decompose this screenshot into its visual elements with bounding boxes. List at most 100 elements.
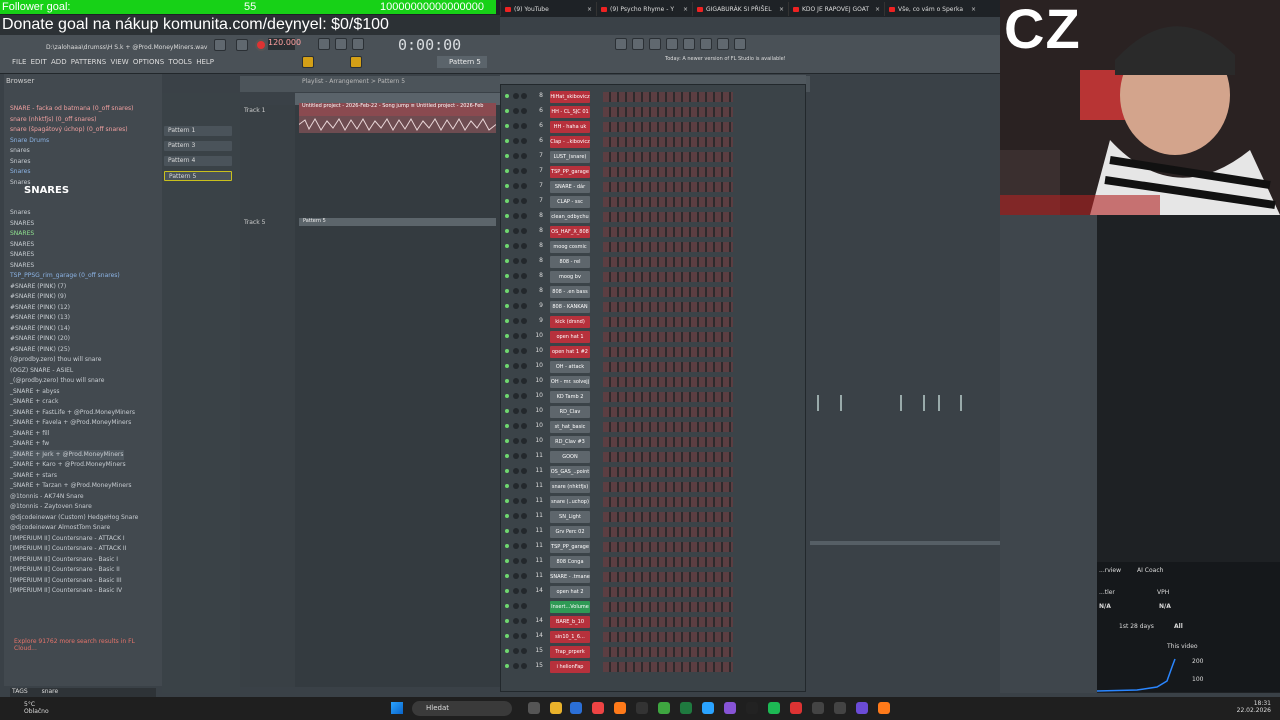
- volume-knob[interactable]: [521, 558, 527, 564]
- mute-led[interactable]: [505, 499, 509, 503]
- chrome-icon[interactable]: [592, 702, 604, 714]
- mute-led[interactable]: [505, 544, 509, 548]
- step-sequencer[interactable]: [603, 542, 733, 552]
- mixer-track-number[interactable]: 8: [533, 242, 543, 249]
- volume-knob[interactable]: [521, 468, 527, 474]
- step-sequencer[interactable]: [603, 317, 733, 327]
- app-icon-5[interactable]: [790, 702, 802, 714]
- mixer-track-number[interactable]: 11: [533, 527, 543, 534]
- step-sequencer[interactable]: [603, 422, 733, 432]
- channel-name-button[interactable]: open hat 1: [550, 331, 590, 343]
- pattern-selector[interactable]: Pattern 5: [437, 56, 487, 68]
- channel-name-button[interactable]: OH - attack: [550, 361, 590, 373]
- pan-knob[interactable]: [513, 648, 519, 654]
- mute-led[interactable]: [505, 319, 509, 323]
- mute-led[interactable]: [505, 244, 509, 248]
- app-icon-4[interactable]: [746, 702, 758, 714]
- audio-waveform[interactable]: [299, 116, 496, 133]
- volume-knob[interactable]: [521, 393, 527, 399]
- draw-tool-icon[interactable]: [350, 56, 362, 68]
- mute-led[interactable]: [505, 514, 509, 518]
- browser-item[interactable]: SNARES: [10, 261, 34, 271]
- tab-kdo-je-rapovej[interactable]: KDO JE RAPOVEJ GOAT ×: [788, 2, 884, 16]
- volume-knob[interactable]: [521, 228, 527, 234]
- excel-icon[interactable]: [680, 702, 692, 714]
- mute-led[interactable]: [505, 439, 509, 443]
- browser-item[interactable]: [IMPERIUM II] Countersnare - Basic IV: [10, 586, 122, 596]
- volume-knob[interactable]: [521, 243, 527, 249]
- channel-name-button[interactable]: kick (drsnd): [550, 316, 590, 328]
- step-sequencer[interactable]: [603, 242, 733, 252]
- tab-psycho-rhyme[interactable]: (9) Psycho Rhyme - Y ×: [596, 2, 692, 16]
- mixer-track-number[interactable]: 8: [533, 272, 543, 279]
- mixer-track-number[interactable]: 10: [533, 332, 543, 339]
- browser-item[interactable]: _(@prodby.zero) thou will snare: [10, 376, 104, 386]
- step-sequencer[interactable]: [603, 137, 733, 147]
- channel-row[interactable]: 8 OS_HAF_X_808: [503, 225, 799, 239]
- channel-row[interactable]: 10 RD_Clav: [503, 405, 799, 419]
- channel-row[interactable]: 6 HH - CL_SJC 01: [503, 105, 799, 119]
- volume-knob[interactable]: [521, 588, 527, 594]
- pan-knob[interactable]: [513, 633, 519, 639]
- mute-led[interactable]: [505, 394, 509, 398]
- channel-row[interactable]: 8 HiHat_skibovicz: [503, 90, 799, 104]
- channel-row[interactable]: 8 moog cosmic: [503, 240, 799, 254]
- search-input[interactable]: snare: [42, 688, 59, 695]
- step-sequencer[interactable]: [603, 362, 733, 372]
- browser-item[interactable]: _SNARE + Karo + @Prod.MoneyMiners: [10, 460, 126, 470]
- record-button[interactable]: [255, 39, 267, 51]
- channel-row[interactable]: 10 OH - mr. solvejj: [503, 375, 799, 389]
- mute-led[interactable]: [505, 214, 509, 218]
- mixer-track-number[interactable]: 7: [533, 197, 543, 204]
- step-sequencer[interactable]: [603, 272, 733, 282]
- browser-item[interactable]: SNARES: [10, 229, 34, 239]
- piano-roll-icon[interactable]: [666, 38, 678, 50]
- browser-item[interactable]: Snares: [10, 208, 30, 218]
- mixer-track-number[interactable]: 11: [533, 497, 543, 504]
- playlist-right-area[interactable]: [805, 93, 1020, 693]
- step-sequencer[interactable]: [603, 332, 733, 342]
- channel-row[interactable]: 7 LUST_(snare): [503, 150, 799, 164]
- pattern-item[interactable]: Pattern 1: [164, 126, 232, 136]
- channel-row[interactable]: 11 Grv Perc 02: [503, 525, 799, 539]
- task-view-icon[interactable]: [528, 702, 540, 714]
- channel-name-button[interactable]: 808 Conga: [550, 556, 590, 568]
- mute-led[interactable]: [505, 199, 509, 203]
- volume-knob[interactable]: [521, 198, 527, 204]
- channel-name-button[interactable]: OS_GAS_..point: [550, 466, 590, 478]
- ai-coach-tab[interactable]: AI Coach: [1137, 567, 1163, 574]
- mixer-track-number[interactable]: 6: [533, 137, 543, 144]
- mixer-track-number[interactable]: 15: [533, 662, 543, 669]
- channel-name-button[interactable]: HH - haha uk: [550, 121, 590, 133]
- mixer-track-number[interactable]: 6: [533, 107, 543, 114]
- channel-name-button[interactable]: Trap_prperk: [550, 646, 590, 658]
- mute-led[interactable]: [505, 124, 509, 128]
- browser-icon[interactable]: [700, 38, 712, 50]
- audio-clip-title[interactable]: Untitled project - 2026-Feb-22 - Song ju…: [299, 103, 496, 116]
- channel-row[interactable]: 10 KD Tamb 2: [503, 390, 799, 404]
- pan-knob[interactable]: [513, 588, 519, 594]
- mixer-track-number[interactable]: 11: [533, 512, 543, 519]
- plugin-icon[interactable]: [717, 38, 729, 50]
- countdown-icon[interactable]: [352, 38, 364, 50]
- browser-item[interactable]: Snares: [10, 157, 30, 167]
- pan-knob[interactable]: [513, 318, 519, 324]
- browser-item[interactable]: TSP_PPSG_rim_garage (0_off snares): [10, 271, 120, 281]
- volume-knob[interactable]: [521, 213, 527, 219]
- step-sequencer[interactable]: [603, 122, 733, 132]
- browser-item[interactable]: _SNARE + FastLife + @Prod.MoneyMiners: [10, 408, 135, 418]
- explorer-icon[interactable]: [550, 702, 562, 714]
- volume-knob[interactable]: [521, 153, 527, 159]
- browser-item[interactable]: SNARES: [10, 219, 34, 229]
- pattern-item-active[interactable]: Pattern 5: [164, 171, 232, 181]
- channel-name-button[interactable]: Clap - ..kibovicz: [550, 136, 590, 148]
- step-sequencer[interactable]: [603, 167, 733, 177]
- overview-tab[interactable]: ...rview: [1099, 567, 1121, 574]
- step-sequencer[interactable]: [603, 602, 733, 612]
- step-sequencer[interactable]: [603, 152, 733, 162]
- volume-knob[interactable]: [521, 363, 527, 369]
- browser-item[interactable]: [IMPERIUM II] Countersnare - Basic III: [10, 576, 122, 586]
- mixer-track-number[interactable]: 8: [533, 227, 543, 234]
- pan-knob[interactable]: [513, 663, 519, 669]
- step-sequencer[interactable]: [603, 392, 733, 402]
